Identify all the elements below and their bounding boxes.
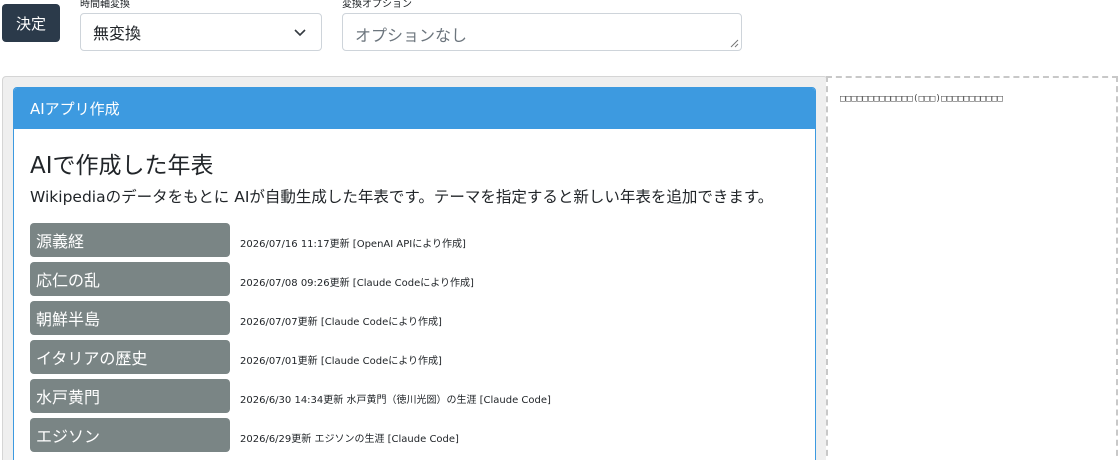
option-placeholder: オプションなし <box>355 26 468 45</box>
time-axis-label: 時間軸変換 <box>80 0 130 10</box>
card-description: Wikipediaのデータをもとに AIが自動生成した年表です。テーマを指定する… <box>30 188 774 206</box>
timeline-meta: 2026/6/30 14:34更新 水戸黄門（徳川光圀）の生涯 [Claude … <box>240 395 551 406</box>
timeline-meta: 2026/07/16 11:17更新 [OpenAI APIにより作成] <box>240 239 466 250</box>
timeline-button[interactable]: 応仁の乱 <box>30 262 230 296</box>
timeline-meta: 2026/07/08 09:26更新 [Claude Codeにより作成] <box>240 278 474 289</box>
chevron-down-icon <box>294 29 306 37</box>
option-textarea[interactable]: オプションなし <box>342 13 742 51</box>
timeline-button[interactable]: 水戸黄門 <box>30 379 230 413</box>
option-label: 変換オプション <box>342 0 412 10</box>
timeline-button[interactable]: イタリアの歴史 <box>30 340 230 374</box>
resize-grip-icon[interactable] <box>730 39 739 48</box>
time-axis-select[interactable]: 無変換 <box>80 13 322 51</box>
timeline-meta: 2026/6/29更新 エジソンの生涯 [Claude Code] <box>240 434 459 445</box>
timeline-button[interactable]: エジソン <box>30 418 230 452</box>
card-header-title: AIアプリ作成 <box>30 100 120 118</box>
timeline-meta: 2026/07/01更新 [Claude Codeにより作成] <box>240 356 442 367</box>
card-title: AIで作成した年表 <box>30 153 214 179</box>
side-panel-text: □□□□□□□□□□□□□(□□□)□□□□□□□□□□□ <box>840 94 1003 104</box>
card-header: AIアプリ作成 <box>14 88 815 129</box>
timeline-button[interactable]: 源義経 <box>30 223 230 257</box>
timeline-meta: 2026/07/07更新 [Claude Codeにより作成] <box>240 317 442 328</box>
time-axis-value: 無変換 <box>93 24 142 43</box>
side-panel: □□□□□□□□□□□□□(□□□)□□□□□□□□□□□ <box>826 76 1118 460</box>
timeline-button[interactable]: 朝鮮半島 <box>30 301 230 335</box>
submit-button[interactable]: 決定 <box>2 4 60 42</box>
ai-app-card: AIアプリ作成 AIで作成した年表 Wikipediaのデータをもとに AIが自… <box>13 87 816 460</box>
